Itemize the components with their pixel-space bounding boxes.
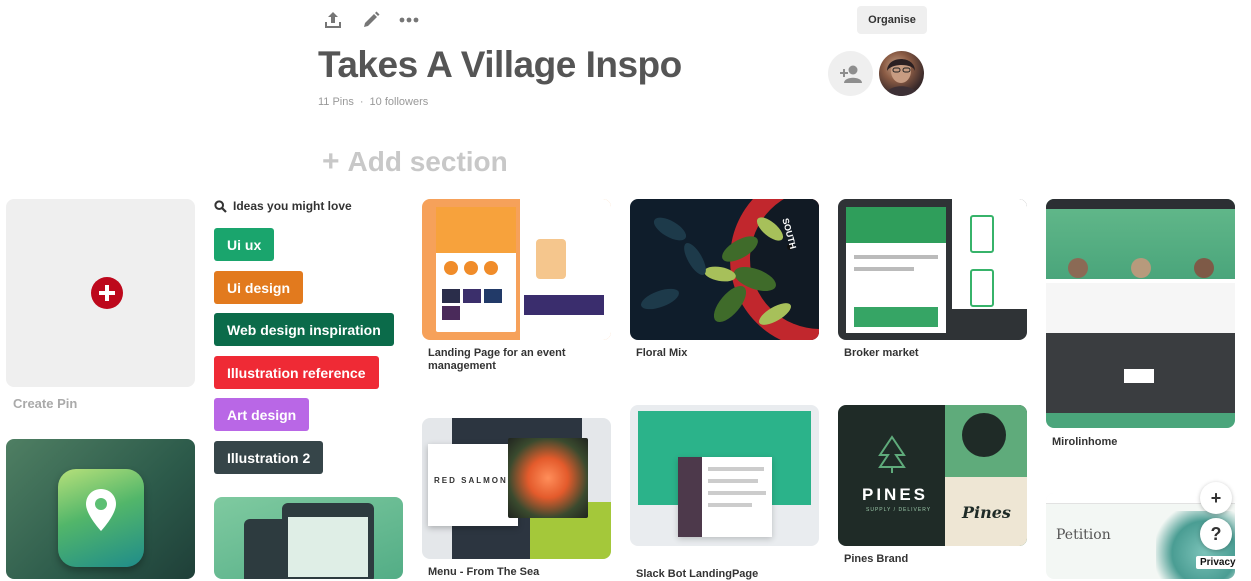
pin-image-floral-mix[interactable]: SOUTH — [630, 199, 819, 340]
chat-window — [678, 457, 772, 537]
menu-card: RED SALMON — [428, 444, 518, 526]
share-upload-icon[interactable] — [321, 8, 345, 32]
menu-card-title: RED SALMON — [434, 476, 508, 485]
followers-count[interactable]: 10 followers — [370, 96, 429, 108]
add-person-icon — [839, 65, 862, 83]
phone-mockup — [282, 503, 374, 579]
pin-title: Pines Brand — [844, 553, 909, 565]
create-pin-card[interactable] — [6, 199, 195, 387]
ideas-heading: Ideas you might love — [214, 199, 352, 213]
ellipsis-icon[interactable] — [397, 8, 421, 32]
pin-image-location-app[interactable] — [6, 439, 195, 579]
petition-heading: Petition — [1056, 527, 1111, 543]
idea-chip-illustration-reference[interactable]: Illustration reference — [214, 356, 379, 389]
salmon-photo — [508, 438, 588, 518]
pin-image-pines-brand[interactable]: PINES SUPPLY / DELIVERY Pines — [838, 405, 1027, 546]
pin-title: Menu - From The Sea — [428, 566, 540, 578]
board-stats: 11 Pins · 10 followers — [318, 96, 428, 108]
pin-title: Slack Bot LandingPage — [636, 568, 759, 580]
idea-chip-ui-ux[interactable]: Ui ux — [214, 228, 275, 261]
pines-script: Pines — [962, 503, 1011, 522]
idea-chip-illustration-2[interactable]: Illustration 2 — [214, 441, 324, 474]
add-section-button[interactable]: + Add section — [322, 146, 508, 178]
page-mockup — [436, 207, 516, 332]
pin-image-menu-from-the-sea[interactable]: RED SALMON — [422, 418, 611, 559]
add-section-label: Add section — [347, 146, 508, 177]
help-button[interactable]: ? — [1200, 518, 1232, 550]
pin-title: Broker market — [844, 347, 919, 359]
stats-separator: · — [359, 96, 364, 108]
board-title: Takes A Village Inspo — [318, 44, 682, 85]
ideas-heading-label: Ideas you might love — [233, 199, 352, 213]
pin-image-event-landing[interactable] — [422, 199, 611, 340]
map-pin-icon — [86, 489, 116, 531]
privacy-link[interactable]: Privacy — [1196, 556, 1240, 569]
search-icon — [214, 199, 227, 213]
page-mockup — [846, 207, 946, 333]
pin-image-broker-market[interactable] — [838, 199, 1027, 340]
idea-chip-web-design-inspiration[interactable]: Web design inspiration — [214, 313, 394, 346]
page-mockup — [520, 199, 611, 340]
create-plus-button[interactable]: + — [1200, 482, 1232, 514]
organise-button[interactable]: Organise — [857, 6, 927, 34]
pencil-icon[interactable] — [359, 8, 383, 32]
pines-badge — [962, 413, 1006, 457]
pin-image-mobile-app[interactable] — [214, 497, 403, 579]
idea-chip-ui-design[interactable]: Ui design — [214, 271, 304, 304]
pin-title: Mirolinhome — [1052, 436, 1118, 448]
pins-count[interactable]: 11 Pins — [318, 96, 354, 108]
plus-icon: + — [322, 145, 340, 178]
pines-wordmark: PINES — [862, 485, 929, 504]
pin-image-mirolinhome[interactable] — [1046, 199, 1235, 428]
add-circle-icon — [91, 277, 123, 309]
pin-title: Floral Mix — [636, 347, 688, 359]
avatar[interactable] — [879, 51, 924, 96]
idea-chip-art-design[interactable]: Art design — [214, 398, 310, 431]
create-pin-label: Create Pin — [13, 396, 78, 411]
page-mockup — [952, 199, 1027, 309]
pines-subtitle: SUPPLY / DELIVERY — [866, 507, 932, 513]
pin-title: Landing Page for an event management — [428, 347, 566, 372]
pine-tree-icon — [878, 435, 906, 473]
add-collaborator-button[interactable] — [828, 51, 873, 96]
pin-image-slack-bot[interactable] — [630, 405, 819, 546]
